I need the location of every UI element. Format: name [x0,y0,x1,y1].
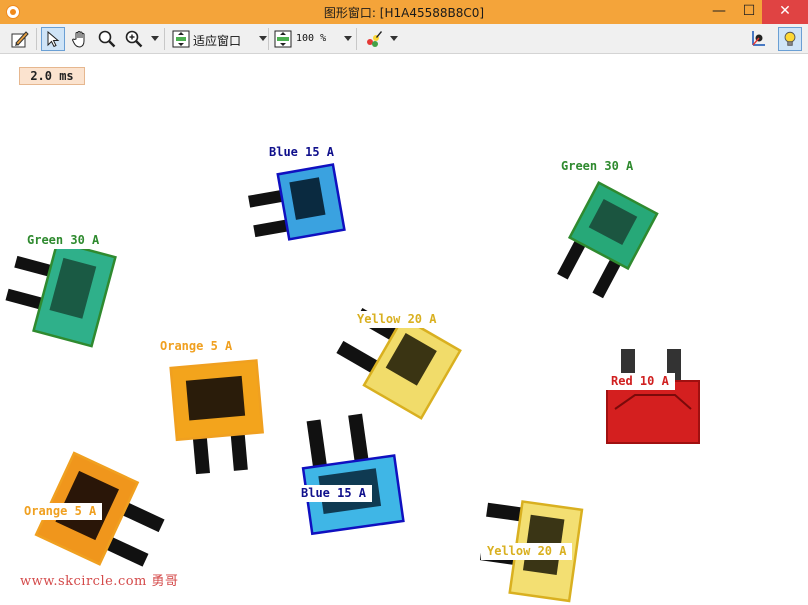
maximize-button[interactable]: ☐ [734,0,764,24]
window-title-bar: 图形窗口: [H1A45588B8C0] — ☐ ✕ [0,0,808,24]
pointer-icon[interactable] [41,27,65,51]
edit-icon[interactable] [8,27,32,51]
timing-badge: 2.0 ms [19,67,85,85]
watermark: www.skcircle.com 勇哥 [20,574,179,589]
zoom-dropdown-arrow-icon[interactable] [151,36,159,41]
zoom-value[interactable]: 100 % [296,33,326,44]
green-fuse [5,240,117,348]
fit-window-icon[interactable] [169,27,193,51]
image-canvas[interactable]: 2.0 ms Blue 15 A Green 30 A Green 30 A Y… [0,54,808,605]
blue-fuse [301,413,405,536]
close-button[interactable]: ✕ [762,0,808,24]
lightbulb-icon[interactable] [778,27,802,51]
result-label: Orange 5 A [18,503,103,520]
result-label: Green 30 A [21,232,106,249]
toolbar: 适应窗口 100 % [0,24,808,54]
zoom-value-dropdown-arrow-icon[interactable] [344,36,352,41]
result-label: Red 10 A [605,373,675,390]
hand-pan-icon[interactable] [68,27,92,51]
color-brush-icon[interactable] [362,27,386,51]
orange-fuse [169,359,264,475]
result-label: Blue 15 A [295,485,373,502]
zoom-in-icon[interactable] [122,27,146,51]
fit-mode-dropdown-arrow-icon[interactable] [259,36,267,41]
result-label: Blue 15 A [263,144,341,161]
color-dropdown-arrow-icon[interactable] [390,36,398,41]
green-fuse [557,181,659,299]
fit-mode-label[interactable]: 适应窗口 [193,32,241,49]
magnifier-icon[interactable] [95,27,119,51]
axis-icon[interactable] [745,27,769,51]
result-label: Green 30 A [555,158,640,175]
result-label: Yellow 20 A [481,543,573,560]
zoom-percent-icon[interactable] [271,27,295,51]
result-label: Orange 5 A [154,338,239,355]
minimize-button[interactable]: — [704,0,734,24]
result-label: Yellow 20 A [351,311,443,328]
blue-fuse [248,163,346,241]
window-title: 图形窗口: [H1A45588B8C0] [323,6,485,20]
fuse-scene [5,163,700,603]
red-fuse [606,349,700,444]
